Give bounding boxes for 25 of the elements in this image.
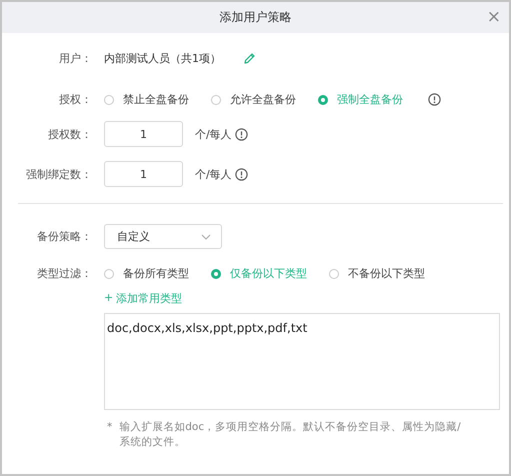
radio-option[interactable]: 不备份以下类型 (329, 266, 425, 281)
strategy-dropdown[interactable]: 自定义 (104, 224, 222, 249)
radio-option[interactable]: 禁止全盘备份 (104, 92, 189, 107)
radio-option[interactable]: 允许全盘备份 (211, 92, 296, 107)
unit-label: 个/每人 (195, 166, 232, 182)
field-label: 强制绑定数： (25, 166, 92, 182)
note-text: 输入扩展名如doc，多项用空格分隔。默认不备份空目录、属性为隐藏/系统的文件。 (119, 420, 462, 450)
info-icon[interactable] (234, 128, 248, 140)
radio-option[interactable]: 备份所有类型 (104, 266, 189, 281)
pencil-icon[interactable] (243, 52, 256, 65)
info-icon[interactable] (428, 93, 441, 106)
unit-label: 个/每人 (195, 126, 232, 142)
info-icon[interactable] (234, 168, 248, 180)
number-field[interactable]: 1 (104, 161, 183, 187)
field-label: 备份策略： (36, 229, 92, 244)
field-label: 授权数： (47, 126, 92, 142)
chevron-down-icon (201, 234, 211, 240)
window-title: 添加用户策略 (220, 9, 292, 26)
number-field[interactable]: 1 (104, 121, 183, 147)
field-label: 类型过滤： (36, 266, 92, 281)
note-mark: * (107, 420, 112, 435)
user-value: 内部测试人员（共1项） (104, 51, 221, 66)
field-label: 用户： (58, 51, 92, 66)
field-label: 授权： (58, 92, 92, 107)
extensions-field[interactable]: doc,docx,xls,xlsx,ppt,pptx,pdf,txt (104, 313, 500, 410)
